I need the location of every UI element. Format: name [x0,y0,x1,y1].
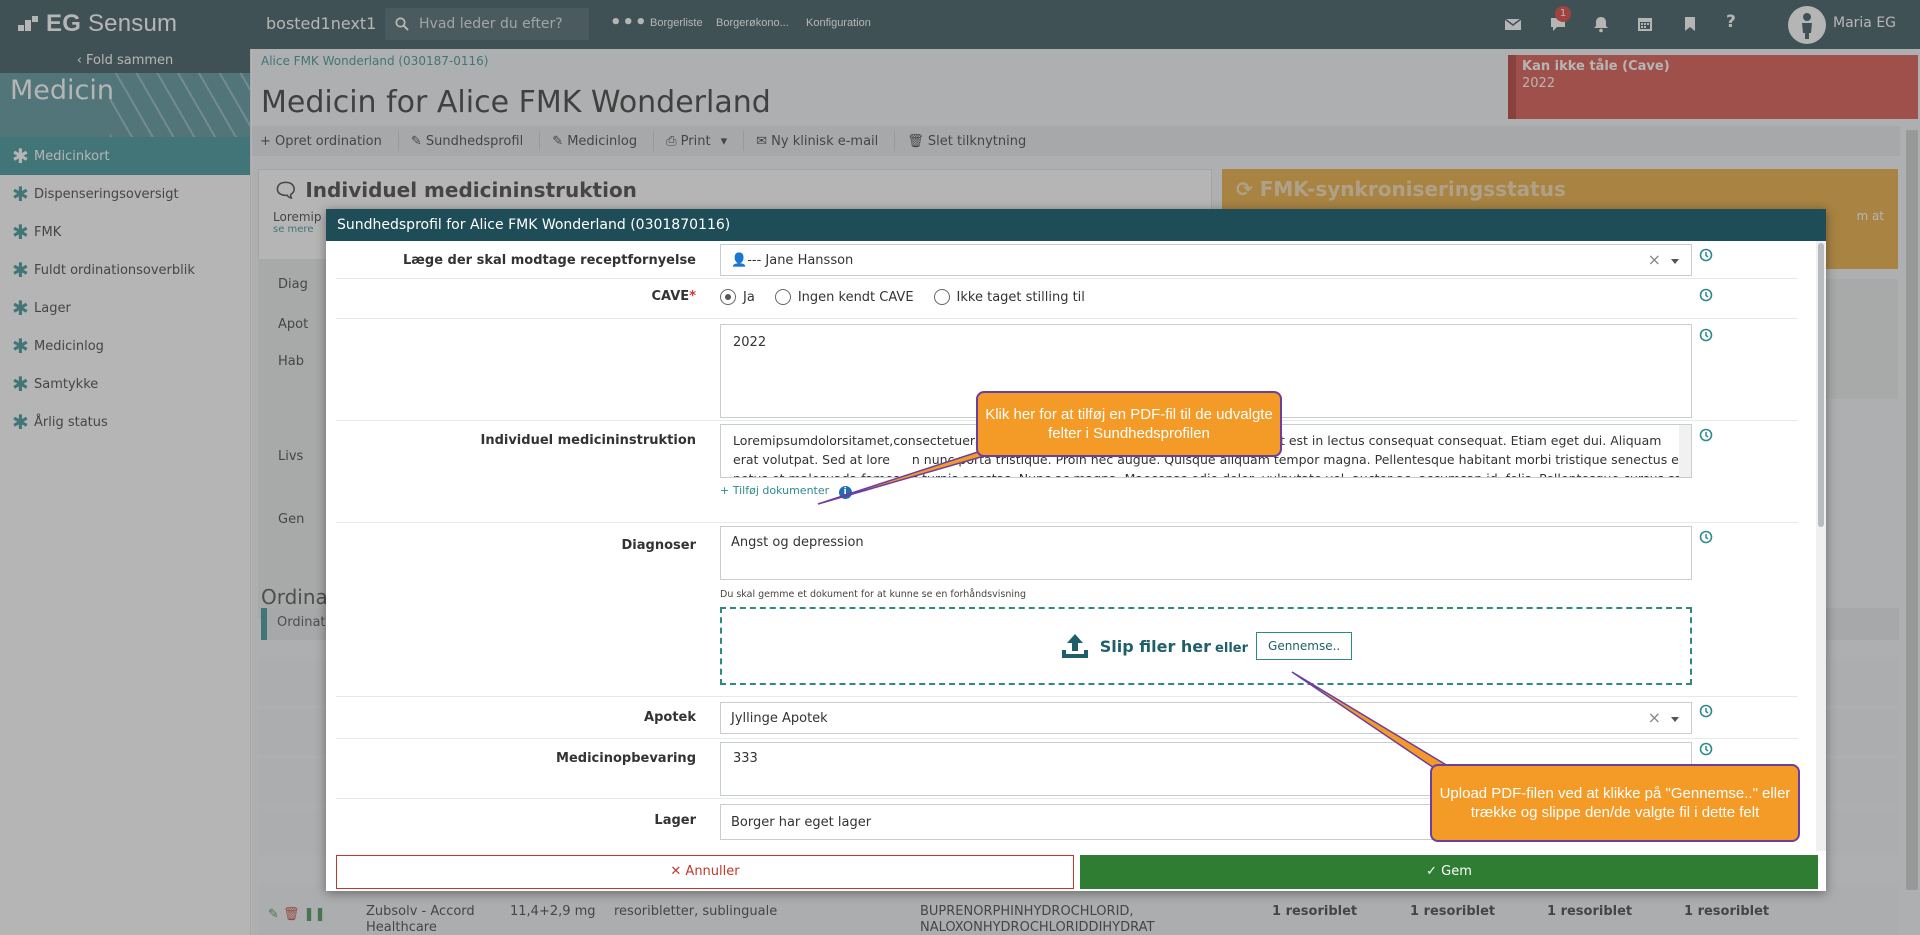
callout-add-document: Klik her for at tilføj en PDF-fil til de… [976,391,1282,457]
callout-upload: Upload PDF-filen ved at klikke på "Genne… [1430,764,1800,842]
callout-pointer-bottom [1291,671,1461,773]
